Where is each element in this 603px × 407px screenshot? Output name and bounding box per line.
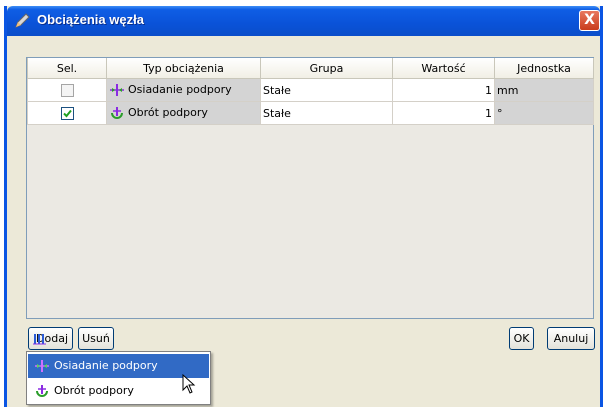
column-header-type[interactable]: Typ obciążenia bbox=[106, 58, 261, 79]
add-button[interactable]: Dodaj bbox=[28, 327, 73, 350]
select-cell[interactable] bbox=[27, 101, 107, 125]
select-cell[interactable] bbox=[27, 78, 107, 102]
table-header-row: Sel. Typ obciążenia Grupa Wartość Jednos… bbox=[27, 58, 594, 79]
unit-cell: ° bbox=[494, 101, 594, 125]
type-cell[interactable]: Obrót podpory bbox=[106, 101, 261, 125]
title-bar[interactable]: Obciążenia węzła X bbox=[7, 6, 600, 36]
group-cell[interactable]: Stałe bbox=[260, 101, 393, 125]
value-cell[interactable]: 1 bbox=[392, 78, 495, 102]
cancel-button[interactable]: Anuluj bbox=[547, 327, 595, 350]
table-row[interactable]: Obrót podpory Stałe 1 ° bbox=[27, 101, 594, 125]
column-header-unit[interactable]: Jednostka bbox=[494, 58, 594, 79]
menu-item-label: Osiadanie podpory bbox=[54, 359, 158, 372]
close-button[interactable]: X bbox=[579, 10, 600, 31]
ok-button[interactable]: OK bbox=[509, 327, 534, 350]
remove-button[interactable]: Usuń bbox=[78, 327, 114, 350]
select-checkbox[interactable] bbox=[60, 106, 74, 120]
type-cell[interactable]: Osiadanie podpory bbox=[106, 78, 261, 102]
window-title: Obciążenia węzła bbox=[37, 12, 144, 27]
checkmark-icon bbox=[62, 109, 72, 118]
mouse-cursor-icon bbox=[182, 374, 196, 394]
type-label: Osiadanie podpory bbox=[128, 83, 232, 96]
value-cell[interactable]: 1 bbox=[392, 101, 495, 125]
column-header-sel[interactable]: Sel. bbox=[27, 58, 107, 79]
type-label: Obrót podpory bbox=[128, 106, 208, 119]
loads-table: Sel. Typ obciążenia Grupa Wartość Jednos… bbox=[26, 57, 594, 319]
support-settlement-icon bbox=[110, 84, 124, 96]
select-checkbox[interactable] bbox=[60, 83, 74, 97]
support-rotation-icon bbox=[36, 385, 48, 397]
column-header-group[interactable]: Grupa bbox=[260, 58, 393, 79]
group-cell[interactable]: Stałe bbox=[260, 78, 393, 102]
column-header-value[interactable]: Wartość bbox=[392, 58, 495, 79]
support-settlement-icon bbox=[35, 360, 49, 372]
menu-item-label: Obrót podpory bbox=[54, 384, 134, 397]
table-row[interactable]: Osiadanie podpory Stałe 1 mm bbox=[27, 78, 594, 102]
support-rotation-icon bbox=[111, 107, 123, 119]
add-load-icon bbox=[33, 334, 46, 345]
unit-cell: mm bbox=[494, 78, 594, 102]
pencil-icon bbox=[15, 13, 30, 28]
